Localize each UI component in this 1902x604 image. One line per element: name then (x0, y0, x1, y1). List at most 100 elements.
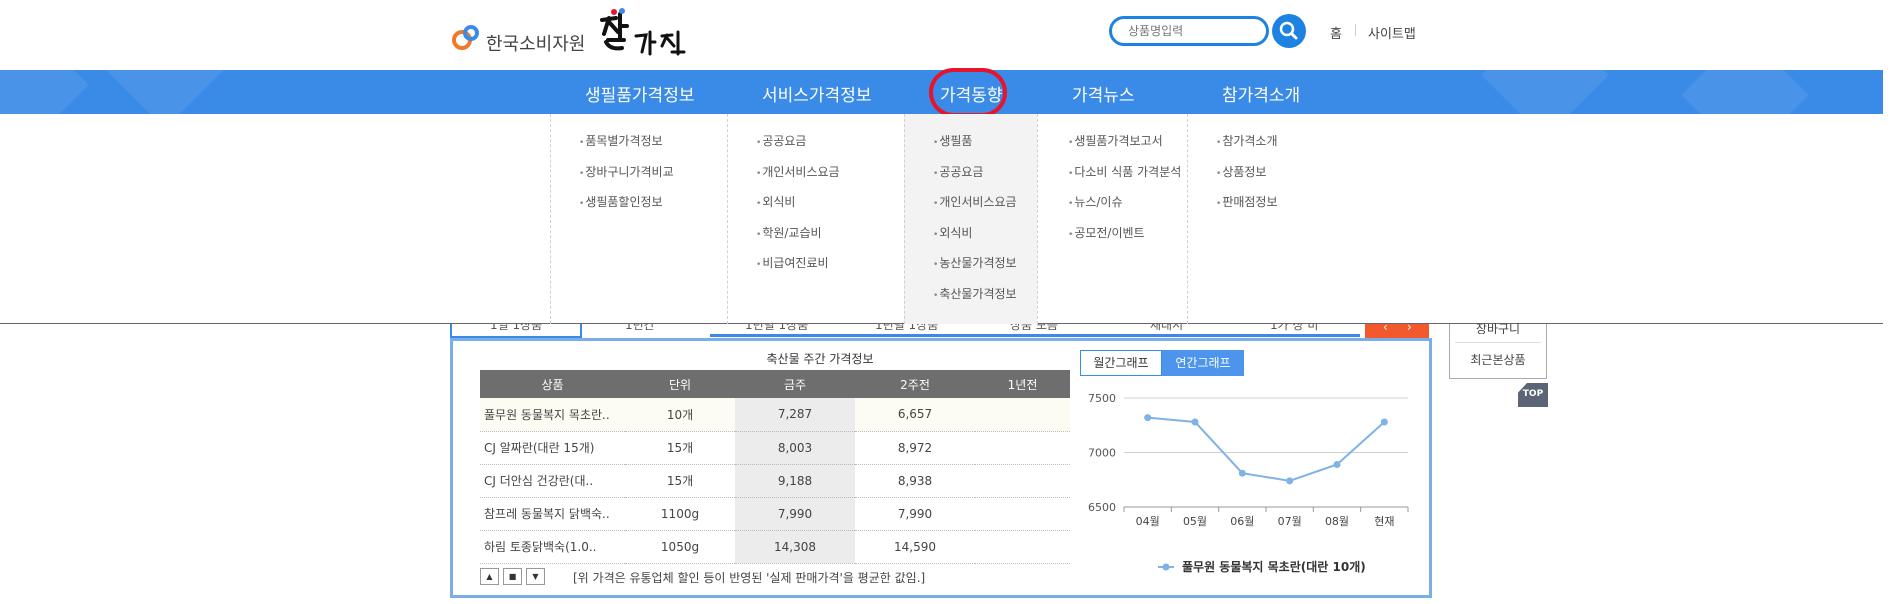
price-one-year-ago (975, 398, 1070, 432)
column-header: 상품 (480, 370, 625, 398)
price-this-week: 9,188 (735, 464, 855, 498)
menu-item[interactable]: 농산물가격정보 (933, 254, 1037, 285)
x-tick-label: 05월 (1183, 515, 1207, 528)
product-name[interactable]: 하림 토종닭백숙(1.0.. (480, 530, 625, 564)
menu-item[interactable]: 판매점정보 (1216, 193, 1337, 224)
tab-nav-arrows: ‹ › (1365, 320, 1429, 338)
table-row[interactable]: 참프레 동물복지 닭백숙.. 1100g 7,990 7,990 (480, 497, 1070, 531)
cham-gagyeok-logo (600, 8, 686, 56)
x-tick-label: 07월 (1278, 515, 1302, 528)
unit-cell: 15개 (625, 431, 735, 465)
chevron-left-icon[interactable]: ‹ (1383, 320, 1388, 334)
scroll-down-button[interactable]: ▼ (526, 568, 545, 585)
menu-item[interactable]: 생필품 (933, 132, 1037, 163)
content-tab-underline (710, 324, 1360, 337)
home-link[interactable]: 홈 (1330, 23, 1342, 42)
menu-item[interactable]: 공모전/이벤트 (1068, 224, 1187, 255)
x-tick-label: 08월 (1325, 515, 1349, 528)
data-point (1144, 414, 1152, 422)
data-point (1286, 477, 1294, 485)
menu-item[interactable]: 축산물가격정보 (933, 285, 1037, 316)
menu-item[interactable]: 학원/교습비 (756, 224, 904, 255)
nav-decoration (101, 70, 229, 114)
x-tick-label: 현재 (1374, 515, 1394, 528)
stop-button[interactable]: ■ (503, 568, 522, 585)
menu-column-service-price: 공공요금 개인서비스요금 외식비 학원/교습비 비급여진료비 (727, 114, 904, 324)
price-two-weeks-ago: 6,657 (855, 398, 975, 432)
stop-icon: ■ (508, 572, 517, 581)
menu-item[interactable]: 장바구니가격비교 (579, 163, 727, 194)
price-one-year-ago (975, 464, 1070, 498)
highlight-circle-annotation (929, 68, 1007, 117)
menu-item[interactable]: 품목별가격정보 (579, 132, 727, 163)
tab-yearly-graph[interactable]: 연간그래프 (1162, 350, 1244, 376)
price-this-week: 14,308 (735, 530, 855, 564)
scroll-top-button[interactable]: TOP (1518, 383, 1548, 407)
nav-item-price-news[interactable]: 가격뉴스 (1072, 81, 1135, 106)
price-this-week: 8,003 (735, 431, 855, 465)
tab-monthly-graph[interactable]: 월간그래프 (1080, 350, 1162, 376)
nav-item-living-goods[interactable]: 생필품가격정보 (585, 81, 694, 106)
util-divider (1355, 24, 1356, 36)
legend-label: 풀무원 동물복지 목초란(대란 10개) (1182, 559, 1366, 574)
price-two-weeks-ago: 7,990 (855, 497, 975, 531)
quick-menu-cart[interactable]: 장바구니 (1449, 320, 1547, 334)
menu-column-about: 참가격소개 상품정보 판매점정보 (1187, 114, 1337, 324)
chevron-right-icon[interactable]: › (1407, 320, 1412, 334)
menu-item[interactable]: 생필품할인정보 (579, 193, 727, 224)
y-tick-label: 7500 (1088, 392, 1116, 405)
nav-item-about[interactable]: 참가격소개 (1222, 81, 1300, 106)
price-line-chart: 6500 7000 7500 04월 05월 06월 07월 08월 현재풀무원 동물복지 목초… (1088, 392, 1409, 574)
product-name[interactable]: 풀무원 동물복지 목초란.. (480, 398, 625, 432)
kca-logo-icon (452, 25, 479, 50)
content-tab[interactable]: 1일 1상품 (490, 324, 542, 333)
product-name[interactable]: 참프레 동물복지 닭백숙.. (480, 497, 625, 531)
menu-item[interactable]: 다소비 식품 가격분석 (1068, 163, 1187, 194)
column-header: 2주전 (855, 370, 975, 398)
column-header: 단위 (625, 370, 735, 398)
nav-decoration (1481, 70, 1609, 114)
price-two-weeks-ago: 8,972 (855, 431, 975, 465)
y-tick-label: 6500 (1088, 501, 1116, 514)
chevron-up-icon: ▲ (486, 572, 493, 581)
table-row[interactable]: CJ 더안심 건강란(대.. 15개 9,188 8,938 (480, 464, 1070, 498)
x-tick-label: 04월 (1136, 515, 1160, 528)
menu-item[interactable]: 공공요금 (933, 163, 1037, 194)
chevron-down-icon: ▼ (532, 572, 539, 581)
menu-item[interactable]: 상품정보 (1216, 163, 1337, 194)
table-row[interactable]: 하림 토종닭백숙(1.0.. 1050g 14,308 14,590 (480, 530, 1070, 564)
search-input[interactable] (1109, 16, 1269, 46)
product-name[interactable]: CJ 더안심 건강란(대.. (480, 464, 625, 498)
menu-item[interactable]: 뉴스/이슈 (1068, 193, 1187, 224)
menu-item[interactable]: 외식비 (933, 224, 1037, 255)
unit-cell: 15개 (625, 464, 735, 498)
column-header: 금주 (735, 370, 855, 398)
menu-item[interactable]: 개인서비스요금 (933, 193, 1037, 224)
table-row[interactable]: CJ 알짜란(대란 15개) 15개 8,003 8,972 (480, 431, 1070, 465)
table-row[interactable]: 풀무원 동물복지 목초란.. 10개 7,287 6,657 (480, 398, 1070, 432)
menu-item[interactable]: 공공요금 (756, 132, 904, 163)
sitemap-link[interactable]: 사이트맵 (1368, 23, 1416, 42)
menu-column-price-trend: 생필품 공공요금 개인서비스요금 외식비 농산물가격정보 축산물가격정보 (904, 114, 1037, 324)
content-tab[interactable]: 1년간 (625, 324, 655, 333)
data-point (1191, 418, 1199, 426)
product-name[interactable]: CJ 알짜란(대란 15개) (480, 431, 625, 465)
nav-decoration (0, 70, 89, 114)
legend-marker (1162, 563, 1170, 571)
quick-menu-recent-items[interactable]: 최근본상품 (1449, 351, 1547, 368)
menu-item[interactable]: 외식비 (756, 193, 904, 224)
nav-item-service-price[interactable]: 서비스가격정보 (762, 81, 871, 106)
menu-item[interactable]: 개인서비스요금 (756, 163, 904, 194)
series-line (1147, 416, 1386, 482)
menu-column-living-goods: 품목별가격정보 장바구니가격비교 생필품할인정보 (550, 114, 727, 324)
org-name: 한국소비자원 (486, 34, 586, 55)
scroll-up-button[interactable]: ▲ (480, 568, 499, 585)
menu-item[interactable]: 생필품가격보고서 (1068, 132, 1187, 163)
data-point (1238, 469, 1246, 477)
menu-item[interactable]: 비급여진료비 (756, 254, 904, 285)
kca-logo[interactable]: 한국소비자원 (452, 8, 702, 58)
search-button[interactable] (1272, 14, 1306, 48)
menu-item[interactable]: 참가격소개 (1216, 132, 1337, 163)
unit-cell: 1050g (625, 530, 735, 564)
data-point (1333, 460, 1341, 468)
